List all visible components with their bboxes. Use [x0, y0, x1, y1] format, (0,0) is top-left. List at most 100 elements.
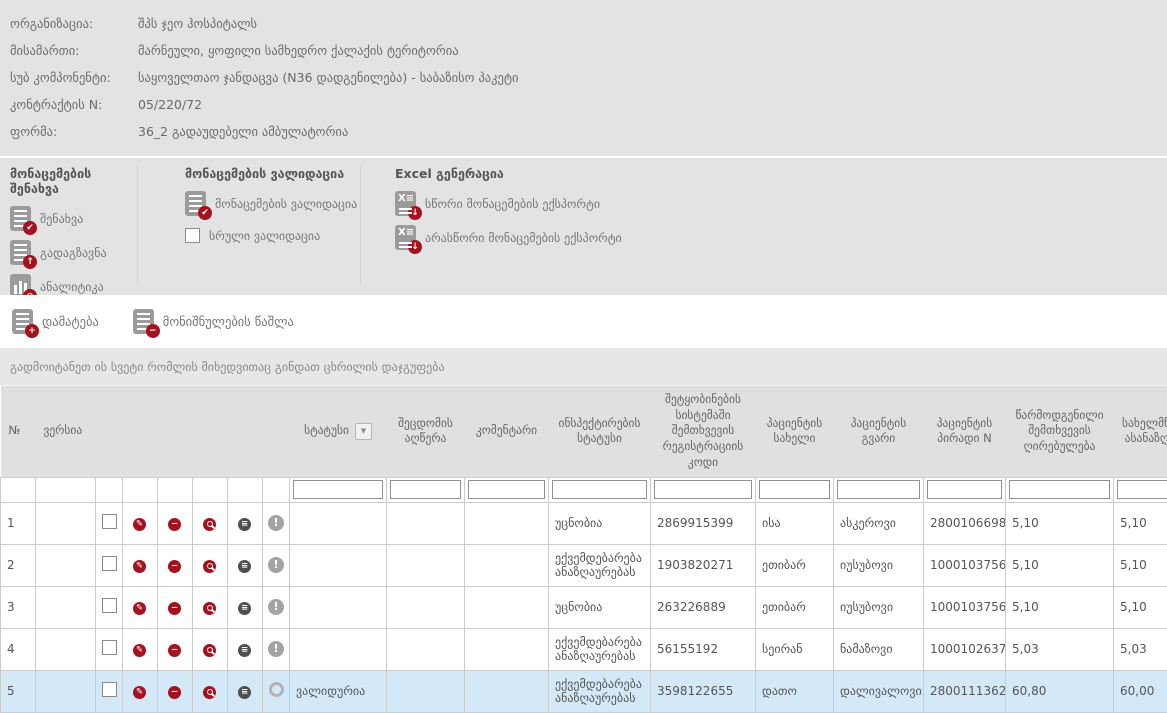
row-case-cost-cell: 5,10 — [1006, 586, 1114, 628]
col-header-status[interactable]: სტატუსი ▼ — [290, 386, 387, 477]
col-header-first-name[interactable]: პაციენტის სახელი — [756, 386, 834, 477]
claims-page: ორგანიზაცია: შპს ჯეო ჰოსპიტალს მისამართი… — [0, 0, 1167, 713]
status-filter-dropdown-button[interactable]: ▼ — [355, 423, 372, 440]
export-valid-label: სწორი მონაცემების ექსპორტი — [425, 197, 600, 211]
row-case-cost-cell: 5,10 — [1006, 544, 1114, 586]
section-excel-title: Excel გენერაცია — [395, 166, 695, 181]
col-header-version[interactable]: ვერსია — [36, 386, 96, 477]
table-row[interactable]: 5 ✎ − ≡ ვალიდურია ექვემდებარება ანაზღაურ… — [1, 670, 1167, 712]
filter-cell-empty — [158, 477, 193, 502]
info-row-form: ფორმა: 36_2 გადაუდებელი ამბულატორია — [10, 124, 128, 139]
status-column-label: სტატუსი — [304, 423, 349, 439]
row-case-cost-cell: 5,10 — [1006, 502, 1114, 544]
case-cost-filter-input[interactable] — [1009, 480, 1110, 499]
row-program-amount-cell: 60,00 — [1114, 670, 1167, 712]
full-validation-checkbox[interactable] — [185, 228, 200, 243]
subcomponent-value: საყოველთაო ჯანდაცვა (N36 დადგენილება) - … — [138, 70, 519, 85]
row-select-checkbox[interactable] — [102, 514, 117, 529]
actions-panel: მონაცემების შენახვა ✔ შენახვა ↑ გადაგზავ… — [0, 158, 1167, 295]
row-first-name-cell: სეირან — [756, 628, 834, 670]
subcomponent-label: სუბ კომპონენტი: — [10, 70, 128, 85]
alert-circle-icon: ! — [268, 599, 284, 615]
row-error-cell — [387, 586, 465, 628]
group-by-dropzone[interactable]: გადმოიტანეთ ის სვეტი რომლის მიხედვითაც გ… — [0, 348, 1167, 386]
row-select-checkbox[interactable] — [102, 682, 117, 697]
row-program-amount-cell: 5,10 — [1114, 586, 1167, 628]
magnifier-badge-icon — [203, 560, 216, 573]
info-row-subcomponent: სუბ კომპონენტი: საყოველთაო ჯანდაცვა (N36… — [10, 70, 128, 85]
alert-circle-icon: ! — [268, 515, 284, 531]
row-version-cell — [36, 628, 96, 670]
row-status-cell: ვალიდურია — [290, 670, 387, 712]
row-num-cell: 1 — [1, 502, 36, 544]
col-header-last-name[interactable]: პაციენტის გვარი — [834, 386, 924, 477]
down-arrow-badge-icon: ↓ — [408, 206, 422, 220]
minus-badge-icon: − — [146, 324, 160, 338]
add-document-icon: + — [12, 309, 33, 334]
delete-selected-button[interactable]: − მონიშნულების წაშლა — [133, 309, 294, 334]
row-personal-n-cell: 10001026379 — [924, 628, 1006, 670]
col-header-error[interactable]: შეცდომის აღწერა — [387, 386, 465, 477]
filter-cell-empty — [96, 477, 123, 502]
row-first-name-cell: ისა — [756, 502, 834, 544]
export-invalid-button[interactable]: ↓ არასწორი მონაცემების ექსპორტი — [395, 225, 695, 250]
row-personal-n-cell: 28001066980 — [924, 502, 1006, 544]
table-row[interactable]: 2 ✎ − ≡ ! ექვემდებარება ანაზღაურებას 190… — [1, 544, 1167, 586]
info-row-address: მისამართი: მარნეული, ყოფილი სამხედრო ქალ… — [10, 43, 128, 58]
save-button[interactable]: ✔ შენახვა — [10, 206, 137, 231]
row-last-name-cell: იუსუბოვი — [834, 544, 924, 586]
inspection-filter-input[interactable] — [552, 480, 647, 499]
up-arrow-badge-icon: ↑ — [23, 255, 37, 269]
organization-label: ორგანიზაცია: — [10, 16, 128, 31]
status-filter-input[interactable] — [293, 480, 383, 499]
row-reg-code-cell: 3598122655 — [651, 670, 756, 712]
section-excel: Excel გენერაცია ↓ სწორი მონაცემების ექსპ… — [395, 166, 695, 285]
program-amount-filter-input[interactable] — [1117, 480, 1167, 499]
validate-document-icon: ✔ — [185, 191, 206, 216]
col-header-reg-code[interactable]: შეტყობინების სისტემაში შემთხვევის რეგისტ… — [651, 386, 756, 477]
row-select-checkbox[interactable] — [102, 640, 117, 655]
validate-button-label: მონაცემების ვალიდაცია — [215, 197, 357, 211]
col-header-view — [193, 386, 228, 477]
row-status-cell — [290, 586, 387, 628]
organization-value: შპს ჯეო ჰოსპიტალს — [138, 16, 257, 31]
comment-filter-input[interactable] — [468, 480, 545, 499]
filter-cell-empty — [1, 477, 36, 502]
error-filter-input[interactable] — [390, 480, 461, 499]
row-num-cell: 4 — [1, 628, 36, 670]
table-row[interactable]: 4 ✎ − ≡ ! ექვემდებარება ანაზღაურებას 561… — [1, 628, 1167, 670]
col-header-inspection[interactable]: ინსპექტირების სტატუსი — [549, 386, 651, 477]
table-row[interactable]: 3 ✎ − ≡ ! უცნობია 263226889 ეთიბარ იუსუბ… — [1, 586, 1167, 628]
row-error-cell — [387, 670, 465, 712]
section-validation: მონაცემების ვალიდაცია ✔ მონაცემების ვალი… — [185, 166, 361, 285]
col-header-case-cost[interactable]: წარმოდგენილი შემთხვევის ღირებულება — [1006, 386, 1114, 477]
row-select-checkbox[interactable] — [102, 556, 117, 571]
col-header-checkbox — [96, 386, 123, 477]
table-row[interactable]: 1 ✎ − ≡ ! უცნობია 2869915399 ისა ასკეროვ… — [1, 502, 1167, 544]
reg-code-filter-input[interactable] — [654, 480, 752, 499]
row-num-cell: 5 — [1, 670, 36, 712]
col-header-personal-n[interactable]: პაციენტის პირადი N — [924, 386, 1006, 477]
check-badge-icon: ✔ — [198, 206, 212, 220]
last-name-filter-input[interactable] — [837, 480, 920, 499]
row-reg-code-cell: 56155192 — [651, 628, 756, 670]
row-select-checkbox[interactable] — [102, 598, 117, 613]
col-header-comment[interactable]: კომენტარი — [465, 386, 549, 477]
row-last-name-cell: ასკეროვი — [834, 502, 924, 544]
excel-file-icon: ↓ — [395, 225, 416, 250]
add-row-button[interactable]: + დამატება — [12, 309, 99, 334]
first-name-filter-input[interactable] — [759, 480, 830, 499]
group-by-hint-text: გადმოიტანეთ ის სვეტი რომლის მიხედვითაც გ… — [10, 360, 445, 374]
check-badge-icon: ✔ — [23, 221, 37, 235]
plus-badge-icon: + — [25, 324, 39, 338]
down-arrow-badge-icon: ↓ — [408, 240, 422, 254]
delete-selected-label: მონიშნულების წაშლა — [163, 314, 294, 329]
address-value: მარნეული, ყოფილი სამხედრო ქალაქის ტერიტო… — [138, 43, 459, 58]
validate-button[interactable]: ✔ მონაცემების ვალიდაცია — [185, 191, 360, 216]
personal-n-filter-input[interactable] — [927, 480, 1002, 499]
send-button[interactable]: ↑ გადაგზავნა — [10, 240, 137, 265]
form-value: 36_2 გადაუდებელი ამბულატორია — [138, 124, 348, 139]
export-valid-button[interactable]: ↓ სწორი მონაცემების ექსპორტი — [395, 191, 695, 216]
col-header-program-amount[interactable]: სახელმწიფო პროგრამით ასანაზღაურებელი თან… — [1114, 386, 1167, 477]
col-header-num[interactable]: № — [1, 386, 36, 477]
